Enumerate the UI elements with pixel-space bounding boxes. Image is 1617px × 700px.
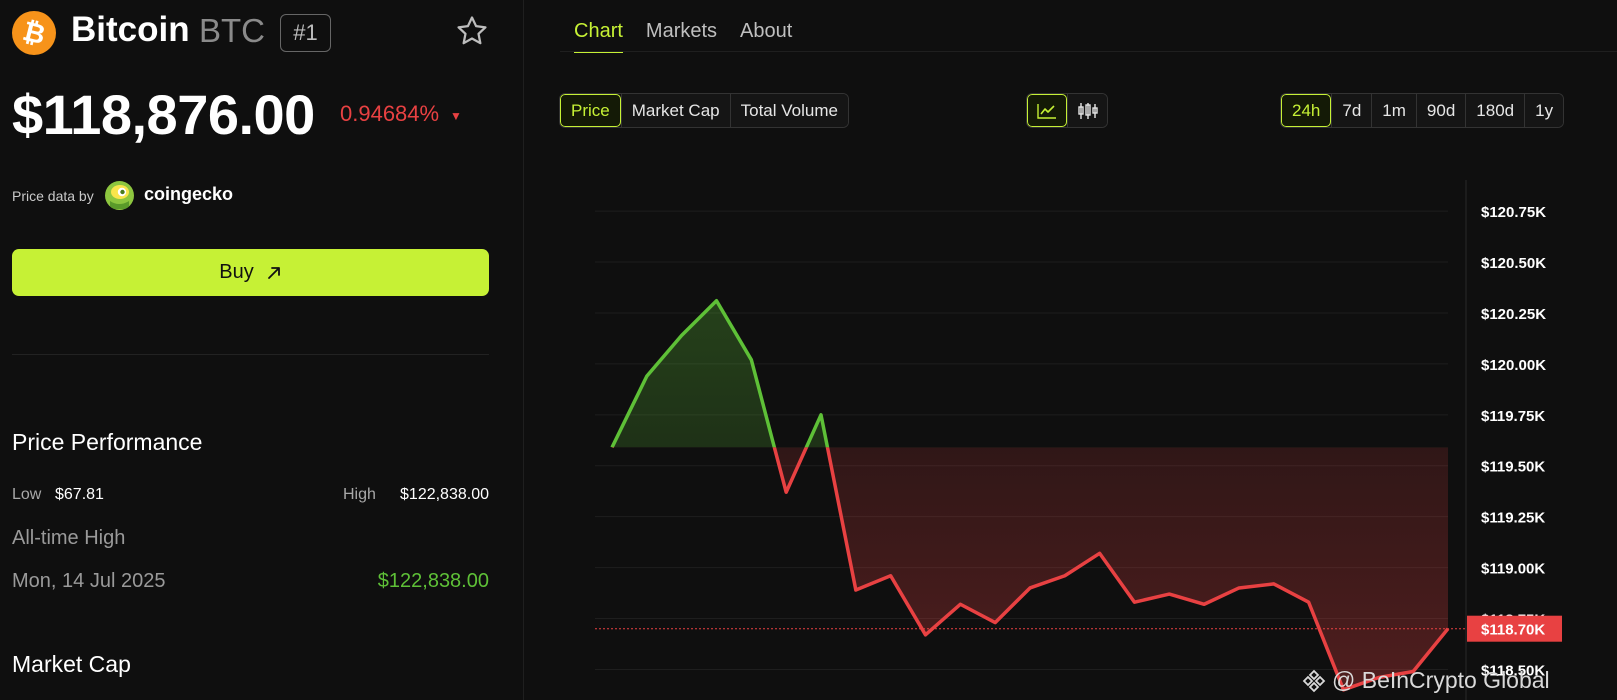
binance-diamond-icon <box>1302 669 1326 692</box>
range-option-90d[interactable]: 90d <box>1415 94 1466 127</box>
data-point <box>924 633 928 637</box>
data-point <box>1063 574 1067 578</box>
line-chart-button[interactable] <box>1027 94 1067 127</box>
metric-option-market-cap[interactable]: Market Cap <box>620 94 730 127</box>
y-tick-label: $119.00K <box>1481 561 1545 578</box>
candlestick-chart-button[interactable] <box>1067 94 1107 127</box>
data-point <box>749 358 753 362</box>
data-point <box>1098 551 1102 555</box>
all-time-high-date: Mon, 14 Jul 2025 <box>12 570 166 592</box>
data-point <box>993 621 997 625</box>
metric-option-total-volume[interactable]: Total Volume <box>729 94 848 127</box>
all-time-high-label: All-time High <box>12 527 126 549</box>
coin-symbol: BTC <box>199 12 265 49</box>
data-point <box>958 602 962 606</box>
all-time-high-value: $122,838.00 <box>377 570 489 592</box>
data-point <box>1167 592 1171 596</box>
caret-down-icon: ▼ <box>450 109 462 123</box>
price-source-label: Price data by <box>12 188 94 204</box>
chart-type-selector <box>1026 93 1108 128</box>
current-price: $118,876.00 <box>12 83 315 146</box>
range-option-24h[interactable]: 24h <box>1281 94 1332 127</box>
data-point <box>1272 582 1276 586</box>
data-point <box>889 574 893 578</box>
coin-panel: ₿ Bitcoin BTC #1 $118,876.00 0.94684% ▼ … <box>0 0 505 700</box>
rank-badge: #1 <box>280 14 331 52</box>
range-option-180d[interactable]: 180d <box>1465 94 1525 127</box>
range-option-1y[interactable]: 1y <box>1524 94 1564 127</box>
y-tick-label: $120.25K <box>1481 306 1546 323</box>
divider <box>12 354 489 355</box>
star-icon[interactable] <box>455 14 489 48</box>
data-point <box>1133 600 1137 604</box>
arrow-up-right-icon <box>267 266 280 279</box>
current-price-label: $118.70K <box>1481 622 1545 639</box>
data-point <box>1446 627 1450 631</box>
low-label: Low <box>12 486 42 503</box>
range-option-7d[interactable]: 7d <box>1331 94 1372 127</box>
coin-name: Bitcoin <box>71 10 190 49</box>
high-value: $122,838.00 <box>400 486 489 503</box>
data-point <box>680 333 684 337</box>
data-point <box>1237 586 1241 590</box>
data-point <box>715 299 719 303</box>
price-change-percent: 0.94684% <box>340 101 440 126</box>
line-chart-icon <box>1037 103 1056 119</box>
tab-chart[interactable]: Chart <box>574 20 623 53</box>
low-value: $67.81 <box>55 486 104 503</box>
data-point <box>819 413 823 417</box>
tab-bar: Chart Markets About <box>574 20 792 53</box>
tab-markets[interactable]: Markets <box>646 20 717 53</box>
y-tick-label: $119.50K <box>1481 459 1545 476</box>
watermark: @ BeInCrypto Global <box>1302 667 1550 694</box>
high-label: High <box>343 486 376 503</box>
price-chart[interactable]: $120.75K $120.50K $120.25K $120.00K $119.75K… <box>560 150 1617 700</box>
time-range-selector: 24h 7d 1m 90d 180d 1y <box>1280 93 1565 128</box>
buy-button[interactable]: Buy <box>12 249 489 296</box>
range-option-1m[interactable]: 1m <box>1371 94 1416 127</box>
y-tick-label: $120.00K <box>1481 357 1546 374</box>
panel-separator <box>523 0 524 700</box>
watermark-text: @ BeInCrypto Global <box>1332 667 1550 693</box>
y-tick-label: $120.50K <box>1481 255 1546 272</box>
market-cap-title: Market Cap <box>12 651 131 677</box>
data-point <box>1307 600 1311 604</box>
bitcoin-logo-icon: ₿ <box>12 11 56 55</box>
price-source-provider[interactable]: coingecko <box>144 184 233 205</box>
buy-button-label: Buy <box>219 261 254 283</box>
data-point <box>854 588 858 592</box>
data-point <box>1202 602 1206 606</box>
price-performance-title: Price Performance <box>12 429 203 455</box>
data-point <box>645 374 649 378</box>
data-point <box>784 490 788 494</box>
y-tick-label: $119.25K <box>1481 510 1545 527</box>
y-tick-label: $120.75K <box>1481 204 1546 221</box>
metric-option-price[interactable]: Price <box>560 94 621 127</box>
tab-bar-underline <box>560 51 1617 52</box>
data-point <box>610 445 614 449</box>
coingecko-logo-icon <box>105 181 134 210</box>
data-point <box>1028 586 1032 590</box>
candlestick-icon <box>1077 102 1098 119</box>
metric-selector: Price Market Cap Total Volume <box>559 93 849 128</box>
y-tick-label: $119.75K <box>1481 408 1545 425</box>
tab-about[interactable]: About <box>740 20 792 53</box>
